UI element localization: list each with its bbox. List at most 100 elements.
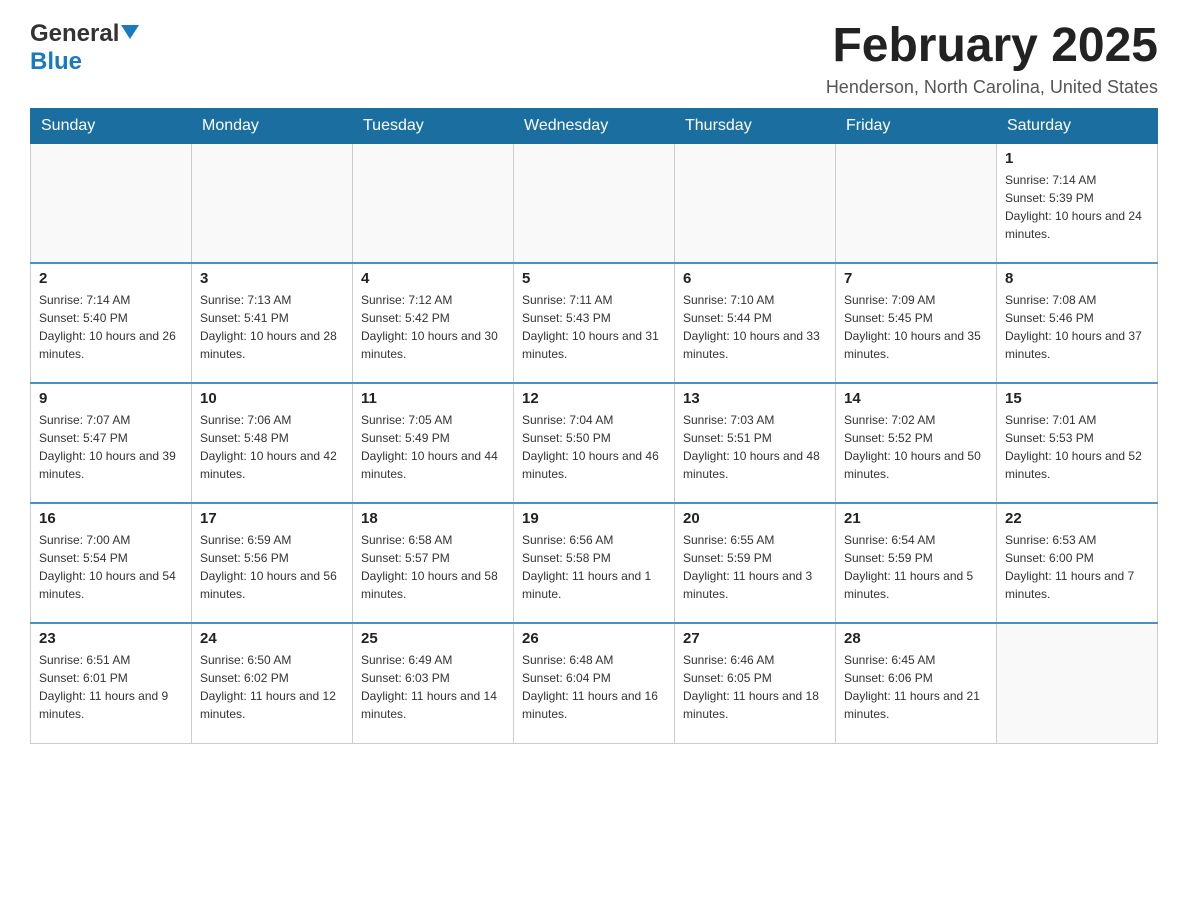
day-info: Sunrise: 7:12 AM Sunset: 5:42 PM Dayligh… — [361, 291, 505, 363]
day-number: 15 — [1005, 390, 1149, 407]
calendar-week-row: 1 Sunrise: 7:14 AM Sunset: 5:39 PM Daylig… — [31, 143, 1158, 263]
day-of-week-wednesday: Wednesday — [514, 108, 675, 143]
day-info: Sunrise: 7:06 AM Sunset: 5:48 PM Dayligh… — [200, 411, 344, 483]
calendar-cell: 21 Sunrise: 6:54 AM Sunset: 5:59 PM Dayli… — [836, 503, 997, 623]
calendar-header-row: SundayMondayTuesdayWednesdayThursdayFrid… — [31, 108, 1158, 143]
day-info: Sunrise: 7:04 AM Sunset: 5:50 PM Dayligh… — [522, 411, 666, 483]
day-info: Sunrise: 7:01 AM Sunset: 5:53 PM Dayligh… — [1005, 411, 1149, 483]
day-number: 19 — [522, 510, 666, 527]
day-number: 16 — [39, 510, 183, 527]
day-info: Sunrise: 7:11 AM Sunset: 5:43 PM Dayligh… — [522, 291, 666, 363]
logo-general-text: General — [30, 20, 119, 48]
day-info: Sunrise: 6:53 AM Sunset: 6:00 PM Dayligh… — [1005, 531, 1149, 603]
day-number: 23 — [39, 630, 183, 647]
day-info: Sunrise: 6:55 AM Sunset: 5:59 PM Dayligh… — [683, 531, 827, 603]
page-header: General Blue February 2025 Henderson, No… — [30, 20, 1158, 98]
day-info: Sunrise: 6:58 AM Sunset: 5:57 PM Dayligh… — [361, 531, 505, 603]
calendar-cell: 25 Sunrise: 6:49 AM Sunset: 6:03 PM Dayli… — [353, 623, 514, 743]
day-info: Sunrise: 7:14 AM Sunset: 5:39 PM Dayligh… — [1005, 171, 1149, 243]
logo-triangle-icon — [121, 25, 139, 39]
calendar-cell: 9 Sunrise: 7:07 AM Sunset: 5:47 PM Daylig… — [31, 383, 192, 503]
calendar-cell: 7 Sunrise: 7:09 AM Sunset: 5:45 PM Daylig… — [836, 263, 997, 383]
day-number: 24 — [200, 630, 344, 647]
day-info: Sunrise: 7:05 AM Sunset: 5:49 PM Dayligh… — [361, 411, 505, 483]
day-number: 22 — [1005, 510, 1149, 527]
day-number: 3 — [200, 270, 344, 287]
day-info: Sunrise: 7:14 AM Sunset: 5:40 PM Dayligh… — [39, 291, 183, 363]
calendar-cell: 10Sunrise: 7:06 AM Sunset: 5:48 PM Dayli… — [192, 383, 353, 503]
day-info: Sunrise: 7:08 AM Sunset: 5:46 PM Dayligh… — [1005, 291, 1149, 363]
calendar-cell: 24 Sunrise: 6:50 AM Sunset: 6:02 PM Dayli… — [192, 623, 353, 743]
calendar-cell: 14 Sunrise: 7:02 AM Sunset: 5:52 PM Dayli… — [836, 383, 997, 503]
calendar-cell: 6 Sunrise: 7:10 AM Sunset: 5:44 PM Daylig… — [675, 263, 836, 383]
day-number: 12 — [522, 390, 666, 407]
day-number: 13 — [683, 390, 827, 407]
calendar-cell: 22 Sunrise: 6:53 AM Sunset: 6:00 PM Dayli… — [997, 503, 1158, 623]
day-info: Sunrise: 7:07 AM Sunset: 5:47 PM Dayligh… — [39, 411, 183, 483]
day-number: 25 — [361, 630, 505, 647]
day-info: Sunrise: 6:49 AM Sunset: 6:03 PM Dayligh… — [361, 651, 505, 723]
day-number: 27 — [683, 630, 827, 647]
calendar-cell: 1 Sunrise: 7:14 AM Sunset: 5:39 PM Daylig… — [997, 143, 1158, 263]
day-info: Sunrise: 6:48 AM Sunset: 6:04 PM Dayligh… — [522, 651, 666, 723]
day-info: Sunrise: 6:54 AM Sunset: 5:59 PM Dayligh… — [844, 531, 988, 603]
calendar-week-row: 2 Sunrise: 7:14 AM Sunset: 5:40 PM Daylig… — [31, 263, 1158, 383]
day-of-week-tuesday: Tuesday — [353, 108, 514, 143]
calendar-cell: 5Sunrise: 7:11 AM Sunset: 5:43 PM Daylig… — [514, 263, 675, 383]
calendar-cell — [997, 623, 1158, 743]
day-number: 7 — [844, 270, 988, 287]
title-area: February 2025 Henderson, North Carolina,… — [826, 20, 1158, 98]
day-number: 9 — [39, 390, 183, 407]
logo-blue-text: Blue — [30, 48, 82, 75]
calendar-cell — [192, 143, 353, 263]
calendar-table: SundayMondayTuesdayWednesdayThursdayFrid… — [30, 108, 1158, 744]
day-of-week-monday: Monday — [192, 108, 353, 143]
calendar-cell — [514, 143, 675, 263]
day-info: Sunrise: 7:03 AM Sunset: 5:51 PM Dayligh… — [683, 411, 827, 483]
day-info: Sunrise: 7:09 AM Sunset: 5:45 PM Dayligh… — [844, 291, 988, 363]
calendar-cell: 11Sunrise: 7:05 AM Sunset: 5:49 PM Dayli… — [353, 383, 514, 503]
calendar-cell: 12 Sunrise: 7:04 AM Sunset: 5:50 PM Dayli… — [514, 383, 675, 503]
calendar-cell: 18 Sunrise: 6:58 AM Sunset: 5:57 PM Dayli… — [353, 503, 514, 623]
calendar-week-row: 9 Sunrise: 7:07 AM Sunset: 5:47 PM Daylig… — [31, 383, 1158, 503]
calendar-cell: 26 Sunrise: 6:48 AM Sunset: 6:04 PM Dayli… — [514, 623, 675, 743]
day-of-week-sunday: Sunday — [31, 108, 192, 143]
calendar-week-row: 16 Sunrise: 7:00 AM Sunset: 5:54 PM Dayli… — [31, 503, 1158, 623]
day-number: 26 — [522, 630, 666, 647]
calendar-cell: 2 Sunrise: 7:14 AM Sunset: 5:40 PM Daylig… — [31, 263, 192, 383]
calendar-title: February 2025 — [826, 20, 1158, 73]
calendar-cell: 23 Sunrise: 6:51 AM Sunset: 6:01 PM Dayli… — [31, 623, 192, 743]
calendar-cell: 8 Sunrise: 7:08 AM Sunset: 5:46 PM Daylig… — [997, 263, 1158, 383]
day-number: 1 — [1005, 150, 1149, 167]
day-of-week-friday: Friday — [836, 108, 997, 143]
day-info: Sunrise: 7:10 AM Sunset: 5:44 PM Dayligh… — [683, 291, 827, 363]
day-info: Sunrise: 7:02 AM Sunset: 5:52 PM Dayligh… — [844, 411, 988, 483]
calendar-cell: 15 Sunrise: 7:01 AM Sunset: 5:53 PM Dayli… — [997, 383, 1158, 503]
calendar-cell — [836, 143, 997, 263]
day-info: Sunrise: 7:00 AM Sunset: 5:54 PM Dayligh… — [39, 531, 183, 603]
day-info: Sunrise: 6:51 AM Sunset: 6:01 PM Dayligh… — [39, 651, 183, 723]
day-of-week-saturday: Saturday — [997, 108, 1158, 143]
calendar-cell: 17Sunrise: 6:59 AM Sunset: 5:56 PM Dayli… — [192, 503, 353, 623]
day-number: 20 — [683, 510, 827, 527]
calendar-cell: 3 Sunrise: 7:13 AM Sunset: 5:41 PM Daylig… — [192, 263, 353, 383]
day-info: Sunrise: 6:45 AM Sunset: 6:06 PM Dayligh… — [844, 651, 988, 723]
day-number: 2 — [39, 270, 183, 287]
calendar-cell: 16 Sunrise: 7:00 AM Sunset: 5:54 PM Dayli… — [31, 503, 192, 623]
day-info: Sunrise: 6:50 AM Sunset: 6:02 PM Dayligh… — [200, 651, 344, 723]
day-of-week-thursday: Thursday — [675, 108, 836, 143]
day-number: 17 — [200, 510, 344, 527]
calendar-cell — [31, 143, 192, 263]
calendar-cell: 27 Sunrise: 6:46 AM Sunset: 6:05 PM Dayli… — [675, 623, 836, 743]
calendar-cell: 28Sunrise: 6:45 AM Sunset: 6:06 PM Dayli… — [836, 623, 997, 743]
calendar-cell — [353, 143, 514, 263]
calendar-week-row: 23 Sunrise: 6:51 AM Sunset: 6:01 PM Dayli… — [31, 623, 1158, 743]
day-number: 18 — [361, 510, 505, 527]
day-number: 21 — [844, 510, 988, 527]
day-number: 14 — [844, 390, 988, 407]
day-number: 8 — [1005, 270, 1149, 287]
day-info: Sunrise: 6:46 AM Sunset: 6:05 PM Dayligh… — [683, 651, 827, 723]
day-number: 6 — [683, 270, 827, 287]
day-info: Sunrise: 7:13 AM Sunset: 5:41 PM Dayligh… — [200, 291, 344, 363]
calendar-subtitle: Henderson, North Carolina, United States — [826, 77, 1158, 98]
